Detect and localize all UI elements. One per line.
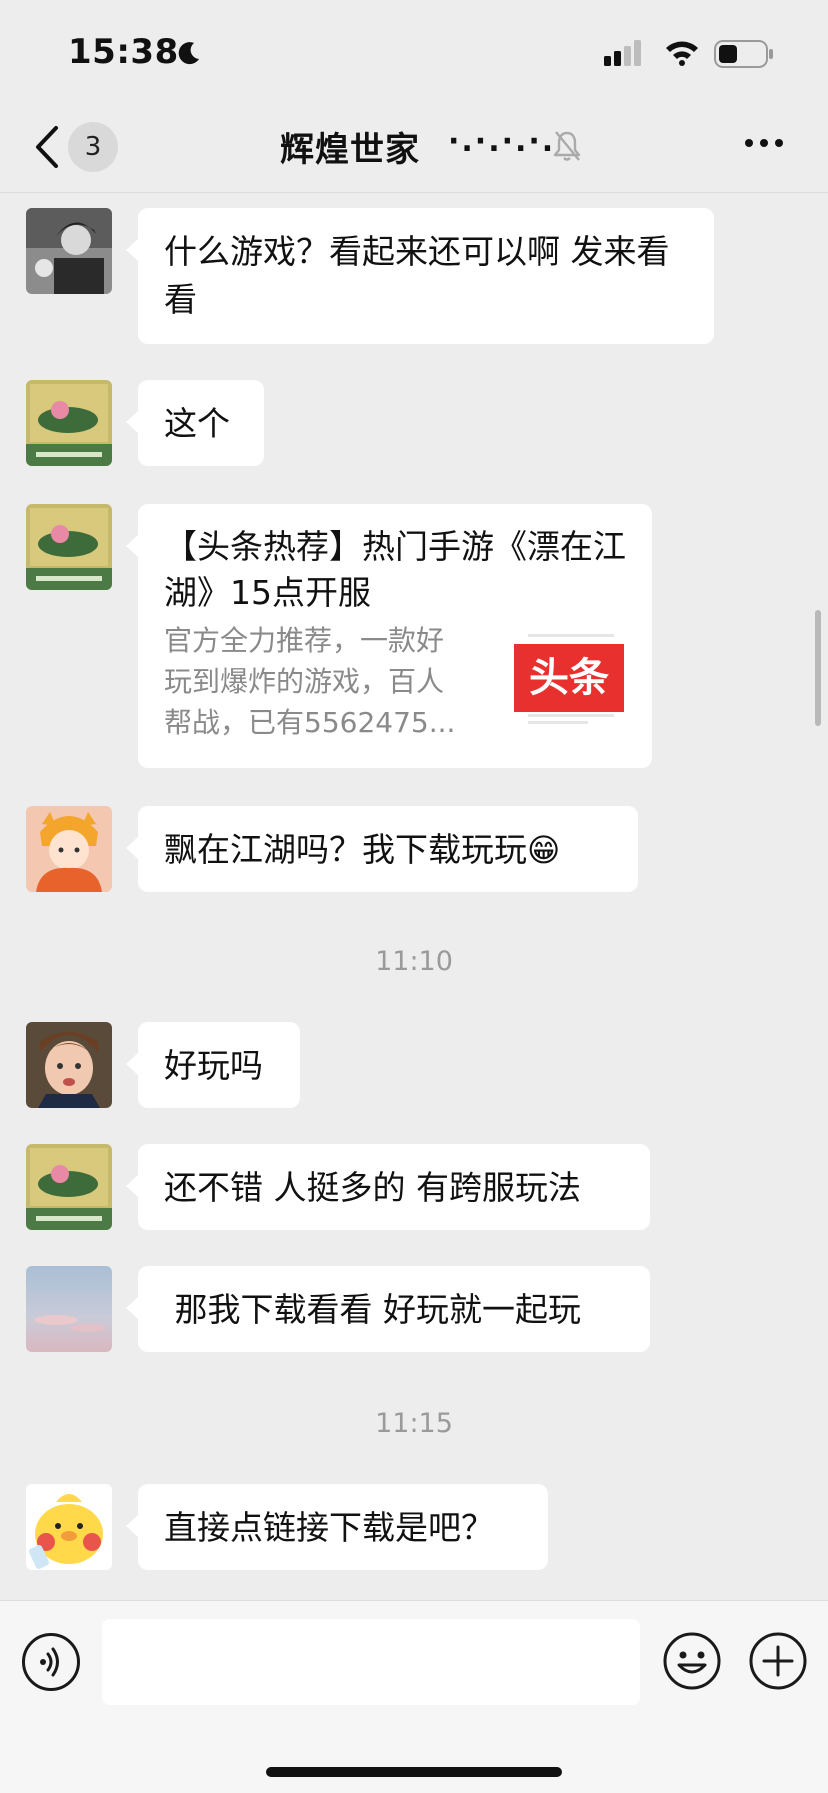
timestamp: 11:15 xyxy=(375,1408,453,1439)
voice-icon xyxy=(40,1647,59,1677)
status-time: 15:38 xyxy=(68,32,179,72)
message-bubble[interactable]: 这个 xyxy=(126,380,264,466)
chat-title[interactable]: 辉煌世家 xyxy=(280,122,420,171)
mute-bell-icon xyxy=(553,131,581,161)
toutiao-logo: 头条 xyxy=(514,630,624,730)
wifi-icon xyxy=(666,41,698,66)
avatar[interactable] xyxy=(26,380,112,466)
message-bubble[interactable]: 还不错 人挺多的 有跨服玩法 xyxy=(126,1144,650,1230)
status-bar: 15:38 xyxy=(0,0,828,100)
input-bar xyxy=(0,1600,828,1793)
message-bubble[interactable]: 那我下载看看 好玩就一起玩 xyxy=(126,1266,650,1352)
avatar[interactable] xyxy=(26,1266,112,1352)
message-bubble[interactable]: 什么游戏？看起来还可以啊 发来看看 xyxy=(126,208,714,344)
message-text: 直接点链接下载是吧？ xyxy=(164,1508,494,1547)
message-input[interactable] xyxy=(102,1619,640,1705)
message-text: 还不错 人挺多的 有跨服玩法 xyxy=(164,1168,581,1207)
home-indicator xyxy=(266,1767,562,1777)
avatar[interactable] xyxy=(26,504,112,590)
avatar[interactable] xyxy=(26,1484,112,1570)
message-bubble[interactable]: 好玩吗 xyxy=(126,1022,300,1108)
link-card-title: 【头条热荐】热门手游《漂在江湖》15点开服 xyxy=(164,527,626,612)
emoji-button-icon[interactable] xyxy=(662,1631,722,1691)
message-text: 什么游戏？看起来还可以啊 发来看看 xyxy=(164,232,670,319)
message-text: 这个 xyxy=(164,404,230,443)
message-text: 好玩吗 xyxy=(164,1046,263,1085)
message-bubble[interactable]: 直接点链接下载是吧？ xyxy=(126,1484,548,1570)
message-bubble[interactable]: 飘在江湖吗？我下载玩玩😁 xyxy=(126,806,638,892)
link-card-description: 官方全力推荐，一款好玩到爆炸的游戏，百人帮战，已有5562475... xyxy=(164,624,456,739)
unread-count-badge[interactable]: 3 xyxy=(68,122,118,172)
more-options-icon[interactable] xyxy=(744,138,784,148)
toutiao-logo-text: 头条 xyxy=(529,655,609,701)
timestamp: 11:10 xyxy=(375,946,453,977)
voice-input-button[interactable] xyxy=(22,1633,80,1691)
add-more-button-icon[interactable] xyxy=(748,1631,808,1691)
signal-icon xyxy=(604,40,641,66)
moon-icon xyxy=(178,42,199,65)
avatar[interactable] xyxy=(26,806,112,892)
message-text: 那我下载看看 好玩就一起玩 xyxy=(164,1290,581,1329)
message-text: 飘在江湖吗？我下载玩玩 xyxy=(164,830,527,869)
avatar[interactable] xyxy=(26,1022,112,1108)
battery-icon xyxy=(714,40,773,68)
avatar[interactable] xyxy=(26,1144,112,1230)
link-card[interactable]: 【头条热荐】热门手游《漂在江湖》15点开服 官方全力推荐，一款好玩到爆炸的游戏，… xyxy=(126,504,652,768)
scrollbar[interactable] xyxy=(815,610,821,726)
avatar[interactable] xyxy=(26,208,112,294)
chat-header: 3 辉煌世家 ·.·.·.·. xyxy=(0,100,828,193)
back-arrow-icon[interactable] xyxy=(32,124,62,170)
grinning-emoji-icon: 😁 xyxy=(527,831,561,869)
chat-title-dots: ·.·.·.·. xyxy=(448,124,556,159)
